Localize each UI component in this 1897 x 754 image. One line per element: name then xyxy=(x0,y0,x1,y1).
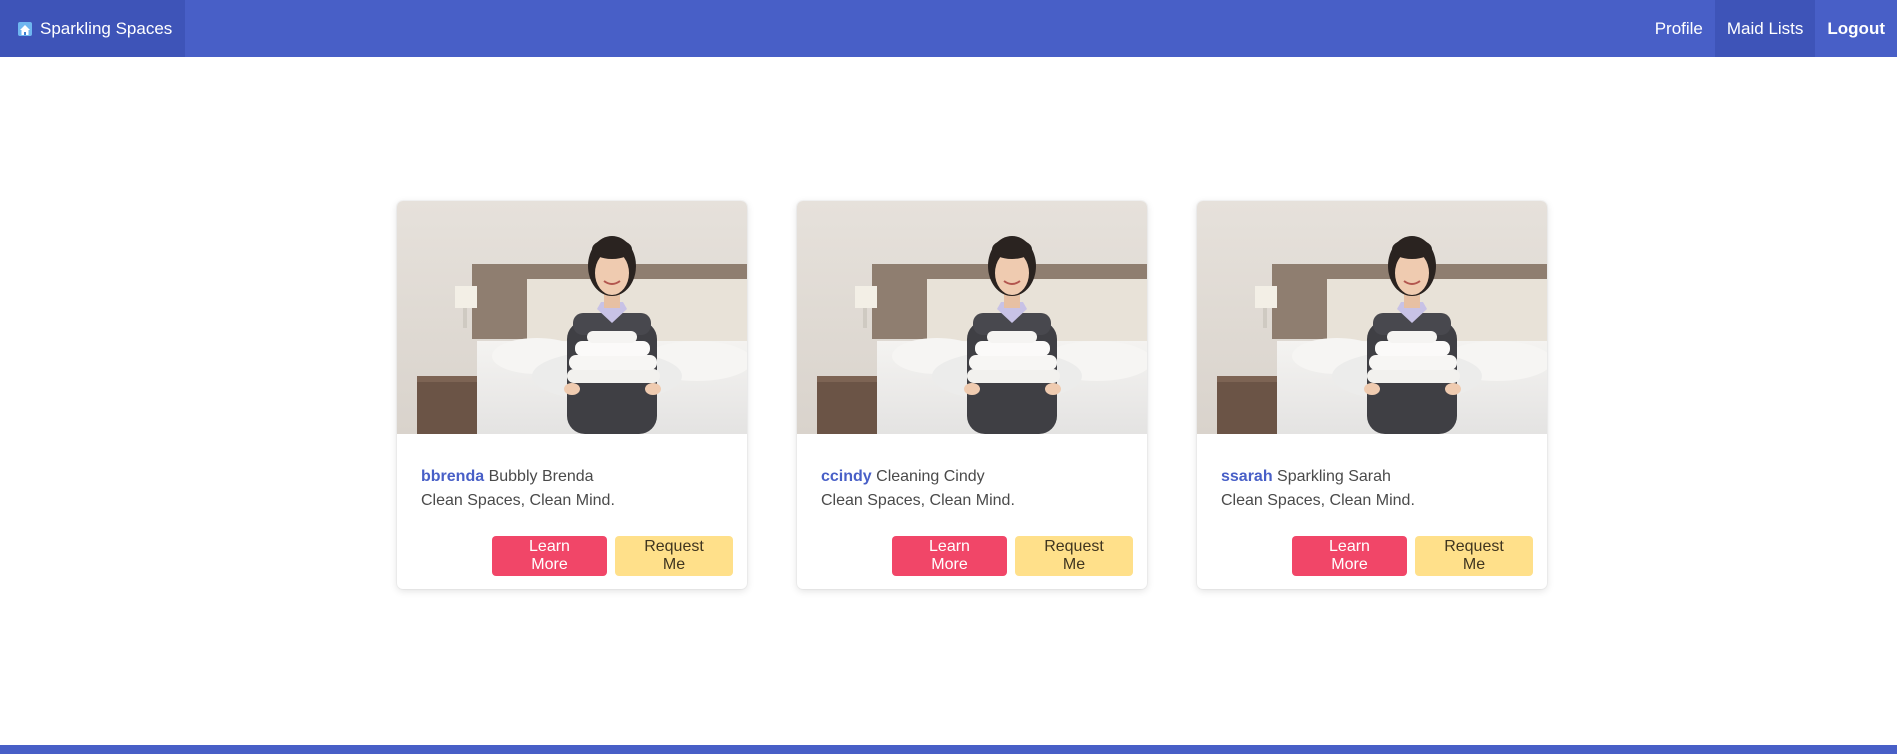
nav-item-maid-lists[interactable]: Maid Lists xyxy=(1714,0,1816,57)
maid-card: ssarah Sparkling Sarah Clean Spaces, Cle… xyxy=(1197,201,1547,589)
maid-title-line: ssarah Sparkling Sarah xyxy=(1221,465,1523,489)
maid-photo xyxy=(397,201,747,434)
maid-photo xyxy=(1197,201,1547,434)
maid-card-list: bbrenda Bubbly Brenda Clean Spaces, Clea… xyxy=(397,201,1547,589)
maid-display-name: Sparkling Sarah xyxy=(1277,468,1391,485)
nav-item-logout[interactable]: Logout xyxy=(1815,0,1897,57)
footer-bar xyxy=(0,745,1897,754)
maid-tagline: Clean Spaces, Clean Mind. xyxy=(421,492,615,509)
brand-label: Sparkling Spaces xyxy=(40,18,173,38)
learn-more-button[interactable]: Learn More xyxy=(892,536,1007,576)
maid-card: ccindy Cleaning Cindy Clean Spaces, Clea… xyxy=(797,201,1147,589)
request-me-button[interactable]: Request Me xyxy=(615,536,733,576)
learn-more-button[interactable]: Learn More xyxy=(1292,536,1407,576)
maid-display-name: Cleaning Cindy xyxy=(876,468,985,485)
top-navbar: Sparkling Spaces Profile Maid Lists Logo… xyxy=(0,0,1897,57)
maid-username: ssarah xyxy=(1221,468,1273,485)
learn-more-button[interactable]: Learn More xyxy=(492,536,607,576)
house-logo-icon xyxy=(18,21,32,36)
request-me-button[interactable]: Request Me xyxy=(1015,536,1133,576)
maid-title-line: bbrenda Bubbly Brenda xyxy=(421,465,723,489)
maid-photo xyxy=(797,201,1147,434)
maid-tagline: Clean Spaces, Clean Mind. xyxy=(1221,492,1415,509)
maid-username: bbrenda xyxy=(421,468,485,485)
maid-card: bbrenda Bubbly Brenda Clean Spaces, Clea… xyxy=(397,201,747,589)
card-content: ssarah Sparkling Sarah Clean Spaces, Cle… xyxy=(1197,434,1547,513)
card-actions: Learn More Request Me xyxy=(1292,536,1533,576)
nav-menu: Profile Maid Lists Logout xyxy=(1643,0,1897,57)
card-content: bbrenda Bubbly Brenda Clean Spaces, Clea… xyxy=(397,434,747,513)
maid-title-line: ccindy Cleaning Cindy xyxy=(821,465,1123,489)
card-actions: Learn More Request Me xyxy=(492,536,733,576)
maid-username: ccindy xyxy=(821,468,872,485)
card-actions: Learn More Request Me xyxy=(892,536,1133,576)
nav-item-profile[interactable]: Profile xyxy=(1643,0,1715,57)
maid-tagline: Clean Spaces, Clean Mind. xyxy=(821,492,1015,509)
brand-link[interactable]: Sparkling Spaces xyxy=(0,0,186,57)
card-content: ccindy Cleaning Cindy Clean Spaces, Clea… xyxy=(797,434,1147,513)
maid-display-name: Bubbly Brenda xyxy=(488,468,594,485)
request-me-button[interactable]: Request Me xyxy=(1415,536,1533,576)
